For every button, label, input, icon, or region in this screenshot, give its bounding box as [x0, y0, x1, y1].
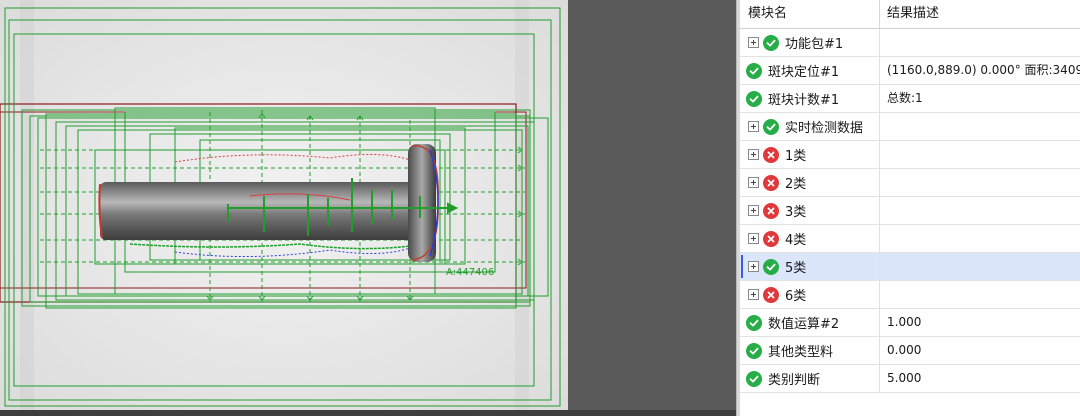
expand-plus-icon[interactable] [748, 261, 759, 272]
module-name-cell[interactable]: 实时检测数据 [740, 113, 880, 140]
area-label: A:447406 [446, 267, 494, 278]
viewer-empty-region [568, 0, 736, 410]
module-name-label: 5类 [785, 261, 807, 276]
check-icon [746, 314, 762, 331]
header-module-name[interactable]: 模块名 [740, 0, 880, 28]
check-icon [763, 34, 779, 51]
table-row[interactable]: 功能包#1 [740, 29, 1080, 57]
result-description-cell [880, 141, 1080, 168]
result-description-cell [880, 29, 1080, 56]
error-icon [763, 286, 779, 303]
table-row[interactable]: 类别判断 5.000 [740, 365, 1080, 393]
table-row[interactable]: 5类 [740, 253, 1080, 281]
error-icon [763, 230, 779, 247]
table-header: 模块名 结果描述 [740, 0, 1080, 29]
module-name-cell[interactable]: 功能包#1 [740, 29, 880, 56]
module-name-cell[interactable]: 数值运算#2 [740, 309, 880, 336]
module-name-cell[interactable]: 1类 [740, 141, 880, 168]
module-name-label: 斑块计数#1 [768, 93, 840, 108]
check-icon [746, 90, 762, 107]
error-icon [763, 174, 779, 191]
table-body: 功能包#1 斑块定位#1 (1160.0,889.0) 0.000° 面积:3409… [740, 29, 1080, 393]
module-name-cell[interactable]: 5类 [740, 253, 880, 280]
inspection-overlay: A:447406 [0, 0, 568, 410]
module-name-label: 6类 [785, 289, 807, 304]
expand-plus-icon[interactable] [748, 37, 759, 48]
table-row[interactable]: 斑块计数#1 总数:1 [740, 85, 1080, 113]
result-description-cell: 1.000 [887, 315, 922, 329]
result-description-cell: 5.000 [887, 371, 922, 385]
result-description-cell [880, 253, 1080, 280]
module-name-label: 数值运算#2 [768, 317, 840, 332]
result-description-cell [880, 225, 1080, 252]
check-icon [763, 118, 779, 135]
module-name-label: 其他类型料 [768, 345, 834, 360]
table-row[interactable]: 数值运算#2 1.000 [740, 309, 1080, 337]
check-icon [763, 258, 779, 275]
check-icon [746, 370, 762, 387]
expand-plus-icon[interactable] [748, 205, 759, 216]
module-name-cell[interactable]: 斑块计数#1 [740, 85, 880, 112]
module-name-cell[interactable]: 3类 [740, 197, 880, 224]
module-name-label: 实时检测数据 [785, 121, 864, 136]
table-row[interactable]: 实时检测数据 [740, 113, 1080, 141]
table-row[interactable]: 斑块定位#1 (1160.0,889.0) 0.000° 面积:3409 [740, 57, 1080, 85]
error-icon [763, 202, 779, 219]
error-icon [763, 146, 779, 163]
module-name-cell[interactable]: 2类 [740, 169, 880, 196]
module-name-label: 2类 [785, 177, 807, 192]
table-row[interactable]: 4类 [740, 225, 1080, 253]
expand-plus-icon[interactable] [748, 233, 759, 244]
result-description-cell [880, 169, 1080, 196]
result-description-cell [880, 113, 1080, 140]
table-row[interactable]: 其他类型料 0.000 [740, 337, 1080, 365]
module-name-label: 3类 [785, 205, 807, 220]
expand-plus-icon[interactable] [748, 149, 759, 160]
result-description-cell [880, 197, 1080, 224]
header-result-description[interactable]: 结果描述 [880, 0, 1080, 28]
inspection-image-canvas[interactable]: A:447406 [0, 0, 568, 410]
module-name-cell[interactable]: 类别判断 [740, 365, 880, 392]
module-name-label: 1类 [785, 149, 807, 164]
module-name-label: 类别判断 [768, 373, 821, 388]
table-row[interactable]: 3类 [740, 197, 1080, 225]
module-name-label: 斑块定位#1 [768, 65, 840, 80]
module-name-cell[interactable]: 斑块定位#1 [740, 57, 880, 84]
result-table: 模块名 结果描述 功能包#1 斑块定位#1 (1160.0,889.0) 0.000… [740, 0, 1080, 416]
check-icon [746, 342, 762, 359]
module-name-label: 4类 [785, 233, 807, 248]
result-description-cell: 0.000 [887, 343, 922, 357]
result-description-cell [880, 281, 1080, 308]
check-icon [746, 62, 762, 79]
table-row[interactable]: 1类 [740, 141, 1080, 169]
expand-plus-icon[interactable] [748, 121, 759, 132]
expand-plus-icon[interactable] [748, 177, 759, 188]
result-description-cell: (1160.0,889.0) 0.000° 面积:3409 [887, 63, 1080, 77]
expand-plus-icon[interactable] [748, 289, 759, 300]
module-name-cell[interactable]: 其他类型料 [740, 337, 880, 364]
module-name-cell[interactable]: 4类 [740, 225, 880, 252]
result-description-cell: 总数:1 [887, 91, 923, 105]
viewer-bottom-strip [0, 410, 736, 416]
module-name-cell[interactable]: 6类 [740, 281, 880, 308]
image-viewer[interactable]: A:447406 [0, 0, 736, 416]
table-row[interactable]: 6类 [740, 281, 1080, 309]
table-row[interactable]: 2类 [740, 169, 1080, 197]
module-name-label: 功能包#1 [785, 37, 844, 52]
